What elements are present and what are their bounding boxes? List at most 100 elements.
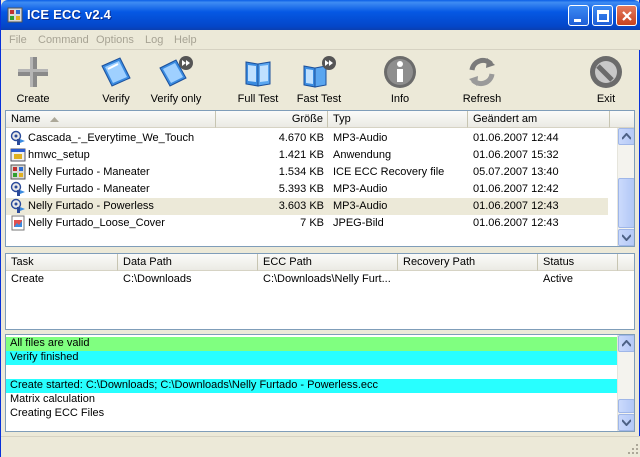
- file-size: 1.534 KB: [278, 166, 324, 178]
- file-type: JPEG-Bild: [333, 217, 384, 229]
- plus-icon: [15, 54, 51, 90]
- menu-log[interactable]: Log: [145, 34, 163, 46]
- app-window: ICE ECC v2.4 File Command Options Log He…: [0, 0, 640, 457]
- window-title: ICE ECC v2.4: [27, 7, 112, 22]
- menu-help[interactable]: Help: [174, 34, 197, 46]
- file-modified: 01.06.2007 12:43: [473, 200, 559, 212]
- status-bar: [1, 436, 640, 457]
- verify-only-label: Verify only: [150, 93, 202, 105]
- file-name: Nelly Furtado_Loose_Cover: [28, 217, 165, 229]
- column-header-status[interactable]: Status: [538, 254, 618, 271]
- file-size: 5.393 KB: [278, 183, 324, 195]
- title-bar[interactable]: ICE ECC v2.4: [1, 0, 640, 30]
- exit-icon: [588, 54, 624, 90]
- scroll-down-button[interactable]: [618, 229, 634, 246]
- column-header-data-path[interactable]: Data Path: [118, 254, 258, 271]
- fast-test-icon: [301, 54, 337, 90]
- file-modified: 01.06.2007 12:42: [473, 183, 559, 195]
- scroll-thumb[interactable]: [618, 178, 634, 228]
- fast-test-label: Fast Test: [296, 93, 342, 105]
- audio-file-icon: [10, 181, 26, 197]
- task-list[interactable]: Task Data Path ECC Path Recovery Path St…: [5, 253, 635, 330]
- maximize-button[interactable]: [592, 5, 613, 26]
- file-size: 4.670 KB: [278, 132, 324, 144]
- log-line: Verify finished: [6, 351, 618, 365]
- file-modified: 05.07.2007 13:40: [473, 166, 559, 178]
- log-scroll-up-button[interactable]: [618, 335, 634, 352]
- verify-label: Verify: [102, 93, 130, 105]
- audio-file-icon: [10, 198, 26, 214]
- refresh-label: Refresh: [462, 93, 502, 105]
- app-icon: [7, 7, 23, 23]
- column-name-label: Name: [11, 113, 41, 125]
- file-name: Cascada_-_Everytime_We_Touch: [28, 132, 195, 144]
- toolbar: Create Verify Verify only Full Test Fast…: [1, 51, 640, 109]
- task-ecc-path: C:\Downloads\Nelly Furt...: [263, 273, 391, 285]
- log-line: Creating ECC Files: [10, 407, 105, 419]
- file-type: MP3-Audio: [333, 132, 388, 144]
- minimize-button[interactable]: [568, 5, 589, 26]
- log-scrollbar[interactable]: [617, 335, 634, 431]
- exit-label: Exit: [596, 93, 616, 105]
- application-file-icon: [10, 147, 26, 163]
- file-name: hmwc_setup: [28, 149, 90, 161]
- refresh-button[interactable]: Refresh: [456, 51, 508, 109]
- refresh-icon: [464, 54, 500, 90]
- column-header-size[interactable]: Größe: [216, 111, 328, 128]
- menu-options[interactable]: Options: [96, 34, 134, 46]
- file-list[interactable]: Name Größe Typ Geändert am Cascada_-_Eve…: [5, 110, 635, 247]
- file-modified: 01.06.2007 12:43: [473, 217, 559, 229]
- close-button[interactable]: [616, 5, 637, 26]
- menu-bar: File Command Options Log Help: [1, 30, 640, 50]
- full-test-label: Full Test: [237, 93, 279, 105]
- file-modified: 01.06.2007 12:44: [473, 132, 559, 144]
- resize-grip-icon[interactable]: [627, 443, 639, 455]
- file-name: Nelly Furtado - Maneater: [28, 166, 150, 178]
- file-size: 1.421 KB: [278, 149, 324, 161]
- task-name: Create: [11, 273, 45, 285]
- verify-button[interactable]: Verify: [91, 51, 141, 109]
- fast-test-button[interactable]: Fast Test: [291, 51, 347, 109]
- column-header-ecc-path[interactable]: ECC Path: [258, 254, 398, 271]
- log-line: All files are valid: [6, 337, 618, 351]
- audio-file-icon: [10, 130, 26, 146]
- file-size: 3.603 KB: [278, 200, 324, 212]
- scroll-up-button[interactable]: [618, 128, 634, 145]
- file-type: MP3-Audio: [333, 183, 388, 195]
- full-test-button[interactable]: Full Test: [232, 51, 284, 109]
- file-type: MP3-Audio: [333, 200, 388, 212]
- log-scroll-thumb[interactable]: [618, 399, 634, 413]
- file-name: Nelly Furtado - Maneater: [28, 183, 150, 195]
- file-list-scrollbar[interactable]: [617, 128, 634, 246]
- column-header-name[interactable]: Name: [6, 111, 216, 128]
- log-panel[interactable]: All files are valid Verify finished Create…: [5, 334, 635, 432]
- exit-button[interactable]: Exit: [585, 51, 627, 109]
- menu-file[interactable]: File: [9, 34, 27, 46]
- file-size: 7 KB: [300, 217, 324, 229]
- sort-up-icon: [50, 117, 59, 122]
- log-scroll-down-button[interactable]: [618, 414, 634, 431]
- info-icon: [382, 54, 418, 90]
- create-button[interactable]: Create: [7, 51, 59, 109]
- info-button[interactable]: Info: [377, 51, 423, 109]
- log-line: Create started: C:\Downloads; C:\Downloa…: [6, 379, 618, 393]
- menu-command[interactable]: Command: [38, 34, 89, 46]
- info-label: Info: [390, 93, 410, 105]
- column-header-modified[interactable]: Geändert am: [468, 111, 610, 128]
- task-data-path: C:\Downloads: [123, 273, 192, 285]
- ecc-file-icon: [10, 164, 26, 180]
- create-label: Create: [16, 93, 50, 105]
- column-header-recovery-path[interactable]: Recovery Path: [398, 254, 538, 271]
- column-header-task[interactable]: Task: [6, 254, 118, 271]
- column-header-type[interactable]: Typ: [328, 111, 468, 128]
- image-file-icon: [10, 215, 26, 231]
- column-header-filler: [610, 111, 634, 128]
- verify-only-icon: [158, 54, 194, 90]
- verify-icon: [98, 54, 134, 90]
- verify-only-button[interactable]: Verify only: [146, 51, 206, 109]
- log-line: Matrix calculation: [10, 393, 95, 405]
- column-header-filler: [618, 254, 634, 271]
- full-test-icon: [240, 54, 276, 90]
- file-name: Nelly Furtado - Powerless: [28, 200, 154, 212]
